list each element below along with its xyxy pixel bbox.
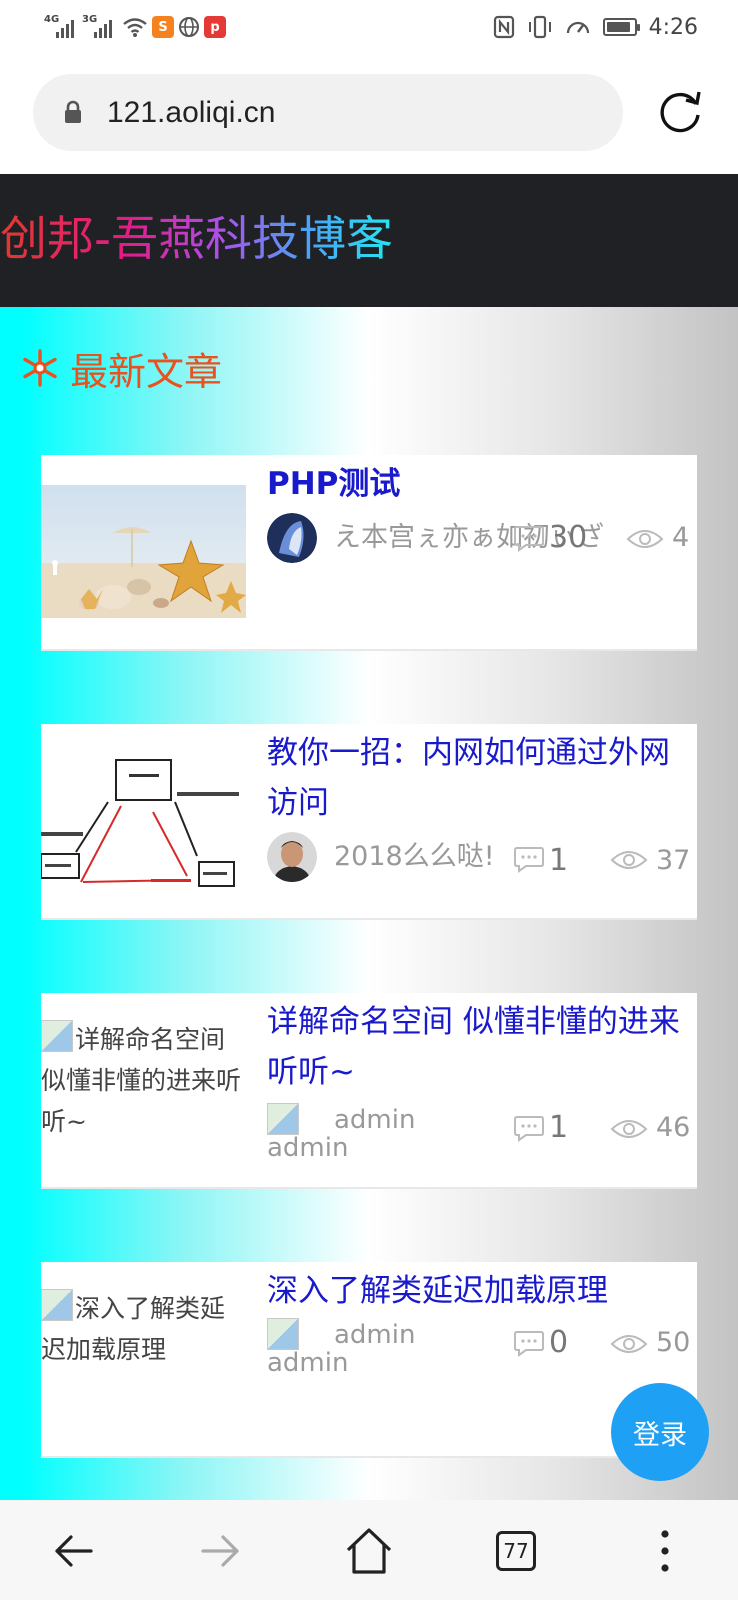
status-left: 4G 3G S p xyxy=(44,12,226,42)
post-thumbnail[interactable]: 详解命名空间 似懂非懂的进来听听~ xyxy=(41,1019,246,1142)
url-text[interactable]: 121.aoliqi.cn xyxy=(107,74,275,151)
clock: 4:26 xyxy=(648,14,698,40)
globe-icon xyxy=(179,17,199,37)
reload-icon[interactable] xyxy=(655,86,705,136)
nfc-icon xyxy=(493,15,514,39)
post-card[interactable]: 详解命名空间 似懂非懂的进来听听~ 详解命名空间 似懂非懂的进来听听~ admi… xyxy=(41,993,697,1189)
more-button[interactable] xyxy=(636,1522,694,1580)
status-right: 4:26 xyxy=(493,12,698,42)
comment-count: 30 xyxy=(549,520,588,555)
login-button[interactable]: 登录 xyxy=(611,1383,709,1481)
back-icon xyxy=(55,1535,93,1567)
forward-button[interactable] xyxy=(192,1522,250,1580)
post-card[interactable]: 深入了解类延迟加载原理 深入了解类延迟加载原理 admin admin 0 50 xyxy=(41,1262,697,1458)
network-type-2: 3G xyxy=(82,14,98,25)
comment-icon xyxy=(514,526,544,552)
app-icon: S xyxy=(152,16,174,38)
more-icon xyxy=(661,1530,669,1572)
view-count: 4 xyxy=(672,522,690,553)
browser-url-bar: 121.aoliqi.cn xyxy=(0,56,738,174)
signal-icon: 4G xyxy=(44,14,74,38)
post-thumbnail[interactable] xyxy=(41,754,246,887)
back-button[interactable] xyxy=(44,1522,102,1580)
post-author[interactable]: admin xyxy=(334,1320,415,1350)
eye-icon xyxy=(610,1335,648,1353)
home-button[interactable] xyxy=(340,1522,398,1580)
site-title[interactable]: 创邦-吾燕科技博客 xyxy=(0,212,393,268)
eye-icon xyxy=(610,1120,648,1138)
post-meta: admin admin 0 50 xyxy=(267,1318,697,1378)
avatar-alt-text: admin xyxy=(267,1133,349,1163)
browser-nav-bar: 77 xyxy=(0,1500,738,1600)
post-meta: 2018么么哒! 1 37 xyxy=(267,832,697,882)
battery-level xyxy=(606,22,630,32)
post-card[interactable]: 教你一招：内网如何通过外网访问 2018么么哒! 1 37 xyxy=(41,724,697,920)
post-thumbnail[interactable] xyxy=(41,485,246,618)
eye-icon xyxy=(626,530,664,548)
broken-image-icon xyxy=(41,1020,73,1052)
post-title[interactable]: 深入了解类延迟加载原理 xyxy=(267,1266,692,1316)
signal-icon: 3G xyxy=(82,14,112,38)
comment-count: 1 xyxy=(549,843,569,878)
section-title: 最新文章 xyxy=(70,349,223,394)
post-title[interactable]: PHP测试 xyxy=(267,459,692,509)
broken-image-icon[interactable] xyxy=(267,1318,299,1350)
eye-icon xyxy=(610,851,648,869)
comment-icon xyxy=(514,847,544,873)
home-icon xyxy=(346,1528,392,1574)
comment-count: 0 xyxy=(549,1325,569,1360)
post-title[interactable]: 教你一招：内网如何通过外网访问 xyxy=(267,728,692,828)
comment-icon xyxy=(514,1116,544,1142)
vibrate-icon xyxy=(528,15,551,39)
avatar-alt-text: admin xyxy=(267,1348,349,1378)
battery-icon xyxy=(602,18,640,36)
tabs-button[interactable]: 77 xyxy=(487,1522,545,1580)
network-type-1: 4G xyxy=(44,14,60,25)
view-count: 37 xyxy=(656,845,691,876)
forward-icon xyxy=(201,1535,239,1567)
avatar[interactable] xyxy=(267,832,317,882)
post-author[interactable]: admin xyxy=(334,1105,415,1135)
view-count: 50 xyxy=(656,1327,691,1358)
address-bar[interactable]: 121.aoliqi.cn xyxy=(33,74,623,151)
avatar[interactable] xyxy=(267,513,317,563)
tabs-icon: 77 xyxy=(496,1531,536,1571)
comment-icon xyxy=(514,1331,544,1357)
broken-image-icon[interactable] xyxy=(267,1103,299,1135)
broken-image-icon xyxy=(41,1289,73,1321)
wifi-icon xyxy=(123,18,147,37)
site-header: 创邦-吾燕科技博客 xyxy=(0,174,738,307)
post-thumbnail[interactable]: 深入了解类延迟加载原理 xyxy=(41,1288,246,1370)
app-icon: p xyxy=(204,16,226,38)
main-content: 最新文章 PHP测试 え本宫ぇ亦ぁ如初ぃざ 30 4 教你一招：内网如何通过外网… xyxy=(0,307,738,1500)
post-meta: え本宫ぇ亦ぁ如初ぃざ 30 4 xyxy=(267,513,697,563)
snowflake-icon xyxy=(23,349,57,387)
lock-icon xyxy=(65,100,81,123)
post-meta: admin admin 1 46 xyxy=(267,1103,697,1163)
post-title[interactable]: 详解命名空间 似懂非懂的进来听听~ xyxy=(267,997,692,1097)
section-header: 最新文章 xyxy=(20,343,223,394)
post-author[interactable]: 2018么么哒! xyxy=(334,832,495,882)
status-bar: 4G 3G S p 4:26 xyxy=(0,0,738,56)
speed-icon xyxy=(566,21,589,34)
post-card[interactable]: PHP测试 え本宫ぇ亦ぁ如初ぃざ 30 4 xyxy=(41,455,697,651)
comment-count: 1 xyxy=(549,1110,569,1145)
view-count: 46 xyxy=(656,1112,691,1143)
